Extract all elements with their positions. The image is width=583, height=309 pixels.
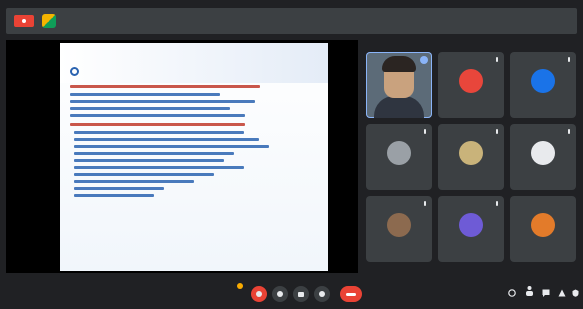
participant-name xyxy=(514,108,572,114)
participant-tile[interactable] xyxy=(510,52,576,118)
mic-status-icon xyxy=(496,129,498,134)
slide-text-line xyxy=(74,138,259,141)
participant-tile[interactable] xyxy=(510,124,576,190)
participant-tile[interactable] xyxy=(510,196,576,262)
participant-name xyxy=(370,252,428,258)
activities-icon[interactable] xyxy=(558,289,566,297)
slide-text-line xyxy=(74,145,269,148)
participant-avatar-icon xyxy=(459,141,483,165)
microphone-off-icon xyxy=(256,291,262,297)
participant-avatar-icon xyxy=(387,213,411,237)
participant-avatar-icon xyxy=(387,141,411,165)
slide-text-line xyxy=(70,93,220,96)
speaking-indicator-icon xyxy=(420,56,428,64)
mic-status-icon xyxy=(424,129,426,134)
participant-avatar-icon xyxy=(531,213,555,237)
bottom-control-bar xyxy=(0,279,583,309)
host-controls-icon[interactable] xyxy=(572,289,579,297)
slide-bullet-icon xyxy=(70,67,79,76)
captions-icon xyxy=(298,291,304,297)
chat-icon[interactable] xyxy=(542,289,550,297)
participant-tile[interactable] xyxy=(438,124,504,190)
participant-name xyxy=(514,180,572,186)
participant-avatar-icon xyxy=(459,213,483,237)
participant-tile[interactable] xyxy=(438,196,504,262)
participant-avatar-icon xyxy=(459,69,483,93)
slide-text-line xyxy=(74,180,194,183)
participant-tile[interactable] xyxy=(366,196,432,262)
participant-hair xyxy=(382,56,416,72)
presentation-stage[interactable] xyxy=(6,40,358,273)
participant-name xyxy=(442,108,500,114)
participant-grid xyxy=(366,52,577,262)
clock-and-meeting-code xyxy=(8,289,88,296)
slide-text-line xyxy=(74,152,234,155)
microphone-button[interactable] xyxy=(251,286,267,302)
participant-body xyxy=(374,96,424,118)
slide-title xyxy=(120,55,300,69)
participant-name xyxy=(442,180,500,186)
slide-text-line xyxy=(70,114,245,117)
participant-name xyxy=(370,108,428,114)
participant-tile-self[interactable] xyxy=(366,52,432,118)
recording-badge xyxy=(14,15,34,27)
participant-avatar-icon xyxy=(531,69,555,93)
participant-name xyxy=(514,252,572,258)
participant-tile[interactable] xyxy=(366,124,432,190)
mic-status-icon xyxy=(568,57,570,62)
slide-text-line xyxy=(70,85,260,88)
mic-status-icon xyxy=(496,201,498,206)
raised-hand-icon xyxy=(237,283,243,289)
leave-call-button[interactable] xyxy=(340,286,362,302)
slide-text-line xyxy=(74,131,244,134)
camera-icon xyxy=(277,291,283,297)
camera-button[interactable] xyxy=(272,286,288,302)
mic-status-icon xyxy=(568,129,570,134)
info-icon[interactable] xyxy=(508,289,516,297)
more-options-button[interactable] xyxy=(314,286,330,302)
meet-logo-icon xyxy=(42,14,56,28)
slide-text-line xyxy=(70,107,230,110)
hang-up-icon xyxy=(346,292,356,296)
people-icon[interactable] xyxy=(525,285,534,297)
slide-text-line xyxy=(74,166,244,169)
more-vert-icon xyxy=(319,291,325,297)
presented-slide xyxy=(60,43,328,271)
meet-window xyxy=(0,0,583,309)
top-bar xyxy=(6,8,577,34)
participant-avatar-icon xyxy=(531,141,555,165)
slide-text-line xyxy=(70,100,255,103)
slide-text-line xyxy=(74,173,214,176)
slide-text-line xyxy=(74,194,154,197)
slide-text-line xyxy=(70,123,245,126)
mic-status-icon xyxy=(496,57,498,62)
captions-button[interactable] xyxy=(293,286,309,302)
slide-text-line xyxy=(74,187,164,190)
participant-name xyxy=(442,252,500,258)
mic-status-icon xyxy=(424,201,426,206)
participant-name xyxy=(370,180,428,186)
recording-dot-icon xyxy=(22,19,26,23)
slide-text-line xyxy=(74,159,224,162)
participant-tile[interactable] xyxy=(438,52,504,118)
